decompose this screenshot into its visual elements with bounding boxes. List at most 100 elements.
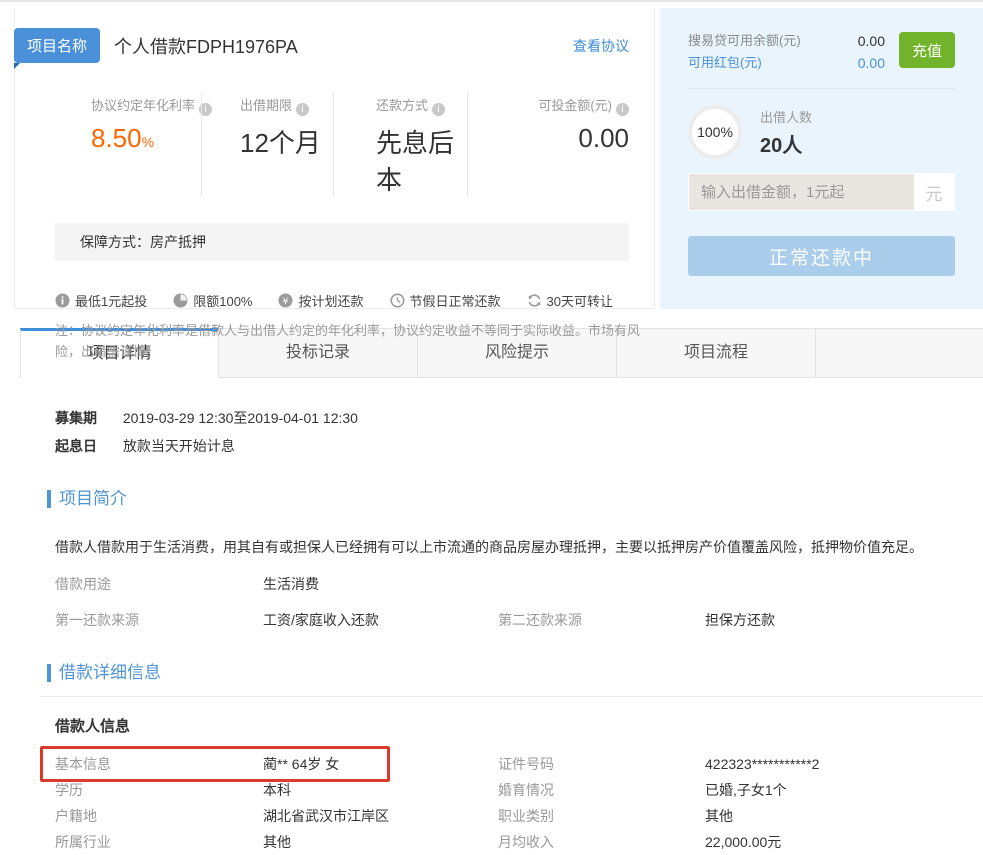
interest-start-row: 起息日 放款当天开始计息 <box>55 436 955 456</box>
row-value: 生活消费 <box>263 574 498 594</box>
upper-section: 项目名称 个人借款FDPH1976PA 查看协议 协议约定年化利率 8.50% … <box>0 2 983 315</box>
feature-label: 30天可转让 <box>547 291 613 310</box>
stat-label: 出借期限 <box>240 98 292 113</box>
refresh-icon <box>527 293 542 308</box>
feature-quota: 限额100% <box>173 291 252 310</box>
svg-text:¥: ¥ <box>283 297 289 307</box>
row-value: 蔺** 64岁 女 <box>263 751 498 777</box>
row-value2: 22,000.00元 <box>705 829 955 855</box>
industry-row: 所属行业 其他 月均收入 22,000.00元 <box>55 829 955 855</box>
redpacket-link[interactable]: 可用红包(元) <box>688 52 858 74</box>
borrower-info-subheading: 借款人信息 <box>55 715 955 736</box>
row-value: 湖北省武汉市江岸区 <box>263 803 498 829</box>
clock-icon <box>390 293 405 308</box>
invest-panel: 搜易贷可用余额(元) 0.00 可用红包(元) 0.00 充值 100% 出借人… <box>660 8 983 309</box>
progress-row: 100% 出借人数 20人 <box>688 105 955 159</box>
interest-start-label: 起息日 <box>55 438 97 454</box>
stat-term: 出借期限 12个月 <box>201 93 333 197</box>
row-label: 户籍地 <box>55 803 263 829</box>
project-detail-content: 募集期 2019-03-29 12:30至2019-04-01 12:30 起息… <box>0 378 983 855</box>
lenders-block: 出借人数 20人 <box>760 107 812 158</box>
stat-value: 先息后本 <box>376 123 467 197</box>
lenders-count: 20人 <box>760 129 812 158</box>
row-value: 其他 <box>263 829 498 855</box>
row-label: 基本信息 <box>55 751 263 777</box>
residence-row: 户籍地 湖北省武汉市江岸区 职业类别 其他 <box>55 803 955 829</box>
amount-input-group: 元 <box>688 173 955 211</box>
balance-value: 0.00 <box>858 30 885 52</box>
row-value2: 担保方还款 <box>705 610 955 630</box>
progress-circle: 100% <box>688 105 742 159</box>
amount-input[interactable] <box>689 174 914 210</box>
row-label: 所属行业 <box>55 829 263 855</box>
row-label2: 婚育情况 <box>498 777 705 803</box>
row-label2: 职业类别 <box>498 803 705 829</box>
loan-purpose-row: 借款用途 生活消费 <box>55 574 955 594</box>
stat-label: 可投金额(元) <box>538 98 612 113</box>
row-value2: 422323***********2 <box>705 751 955 777</box>
project-header: 项目名称 个人借款FDPH1976PA 查看协议 <box>15 28 654 63</box>
disclaimer-note: 注：协议约定年化利率是借款人与出借人约定的年化利率，协议约定收益不等同于实际收益… <box>55 320 642 363</box>
info-icon[interactable] <box>616 103 629 116</box>
repay-source-row: 第一还款来源 工资/家庭收入还款 第二还款来源 担保方还款 <box>55 610 955 630</box>
project-name-badge: 项目名称 <box>14 28 100 63</box>
row-label2 <box>498 574 705 594</box>
section-heading-intro: 项目简介 <box>47 490 955 508</box>
stat-annual-rate: 协议约定年化利率 8.50% <box>15 93 201 197</box>
row-label: 学历 <box>55 777 263 803</box>
row-value2: 其他 <box>705 803 955 829</box>
recharge-button[interactable]: 充值 <box>899 32 955 68</box>
interest-start-value: 放款当天开始计息 <box>123 438 235 454</box>
info-icon[interactable] <box>432 103 445 116</box>
stat-value: 8.50 <box>91 123 142 153</box>
info-icon[interactable] <box>296 103 309 116</box>
stat-suffix: % <box>142 134 154 150</box>
feature-label: 按计划还款 <box>298 291 363 310</box>
stat-available-amount: 可投金额(元) 0.00 <box>467 93 631 197</box>
features-row: 最低1元起投 限额100% ¥ 按计划还款 <box>55 291 644 310</box>
row-label2: 证件号码 <box>498 751 705 777</box>
fundraise-period-row: 募集期 2019-03-29 12:30至2019-04-01 12:30 <box>55 408 955 428</box>
row-value: 工资/家庭收入还款 <box>263 610 498 630</box>
view-agreement-link[interactable]: 查看协议 <box>573 36 629 56</box>
repaying-status-button[interactable]: 正常还款中 <box>688 236 955 276</box>
stat-value: 12个月 <box>240 123 333 160</box>
basic-info-row: 基本信息 蔺** 64岁 女 证件号码 422323***********2 <box>55 751 955 777</box>
borrower-info-table: 基本信息 蔺** 64岁 女 证件号码 422323***********2 学… <box>55 751 955 855</box>
lenders-label: 出借人数 <box>760 107 812 126</box>
yen-icon: ¥ <box>278 293 293 308</box>
balance-label: 搜易贷可用余额(元) <box>688 30 858 52</box>
row-label2: 月均收入 <box>498 829 705 855</box>
row-value: 本科 <box>263 777 498 803</box>
project-description: 借款人借款用于生活消费，用其自有或担保人已经拥有可以上市流通的商品房屋办理抵押，… <box>55 536 955 558</box>
tab-filler <box>816 328 983 378</box>
feature-min-invest: 最低1元起投 <box>55 291 147 310</box>
row-value2: 已婚,子女1个 <box>705 777 955 803</box>
page-title: 个人借款FDPH1976PA <box>114 33 298 59</box>
stat-label: 还款方式 <box>376 98 428 113</box>
guarantee-bar: 保障方式：房产抵押 <box>55 223 629 261</box>
education-row: 学历 本科 婚育情况 已婚,子女1个 <box>55 777 955 803</box>
tab-project-process[interactable]: 项目流程 <box>617 328 816 378</box>
section-divider <box>40 696 983 697</box>
loan-detail-page: 项目名称 个人借款FDPH1976PA 查看协议 协议约定年化利率 8.50% … <box>0 0 983 797</box>
pie-icon <box>173 293 188 308</box>
feature-label: 节假日正常还款 <box>410 291 501 310</box>
amount-unit-label: 元 <box>914 174 954 210</box>
redpacket-value: 0.00 <box>858 52 885 74</box>
feature-transferable: 30天可转让 <box>527 291 613 310</box>
project-summary-card: 项目名称 个人借款FDPH1976PA 查看协议 协议约定年化利率 8.50% … <box>14 8 655 309</box>
info-icon <box>55 293 70 308</box>
section-heading-detail: 借款详细信息 <box>47 664 955 682</box>
account-summary: 搜易贷可用余额(元) 0.00 可用红包(元) 0.00 充值 <box>688 30 955 74</box>
row-label: 第一还款来源 <box>55 610 263 630</box>
fundraise-period-label: 募集期 <box>55 410 97 426</box>
feature-holiday-repay: 节假日正常还款 <box>390 291 501 310</box>
row-value2 <box>705 574 955 594</box>
stats-row: 协议约定年化利率 8.50% 出借期限 12个月 还款方式 先息后本 可投金额(… <box>15 93 631 197</box>
stat-repay-method: 还款方式 先息后本 <box>333 93 467 197</box>
panel-divider <box>688 88 955 89</box>
feature-label: 限额100% <box>193 291 252 310</box>
stat-value: 0.00 <box>468 123 629 154</box>
row-label: 借款用途 <box>55 574 263 594</box>
